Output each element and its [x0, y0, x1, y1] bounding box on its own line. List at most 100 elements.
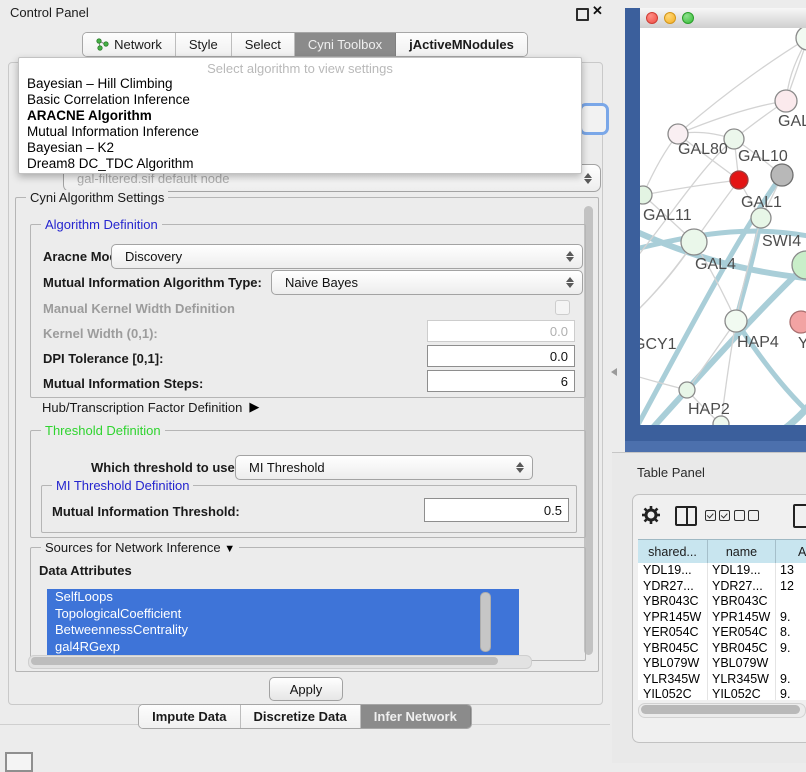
kernel-width-input[interactable] — [427, 320, 575, 342]
which-threshold-combo[interactable]: MI Threshold — [235, 455, 533, 480]
attribute-item[interactable]: SelfLoops — [47, 589, 519, 606]
data-attributes-list[interactable]: SelfLoops TopologicalCoefficient Between… — [47, 589, 519, 655]
control-panel-tabbar: Network Style Select Cyni Toolbox jActiv… — [0, 28, 610, 60]
table-row[interactable]: YBR043CYBR043C — [638, 594, 806, 610]
table-panel-title: Table Panel — [637, 465, 705, 480]
dropdown-item[interactable]: Bayesian – K2 — [19, 140, 581, 156]
network-node[interactable] — [640, 186, 652, 204]
cyni-bottom-tabbar: Impute Data Discretize Data Infer Networ… — [0, 700, 610, 732]
apply-button[interactable]: Apply — [269, 677, 343, 701]
settings-horizontal-scrollbar[interactable] — [28, 655, 532, 669]
kernel-width-label: Kernel Width (0,1): — [43, 326, 158, 341]
table-cell — [776, 594, 806, 610]
collapse-down-icon[interactable]: ▼ — [224, 543, 235, 555]
column-header[interactable]: shared... — [638, 540, 708, 563]
minimize-traffic-light[interactable] — [664, 12, 676, 24]
network-node[interactable] — [681, 229, 707, 255]
gear-icon[interactable] — [641, 505, 661, 525]
combo-arrows-icon — [562, 251, 578, 262]
table-horizontal-scrollbar[interactable] — [638, 703, 806, 718]
attribute-item[interactable]: gal4RGexp — [47, 639, 519, 656]
float-window-icon[interactable] — [576, 8, 589, 21]
split-columns-icon[interactable] — [675, 506, 697, 526]
table-cell: 8. — [776, 625, 806, 641]
network-window-titlebar[interactable] — [640, 8, 806, 29]
column-header[interactable]: name — [708, 540, 776, 563]
network-node[interactable] — [775, 90, 797, 112]
tab-jactivemnodules[interactable]: jActiveMNodules — [396, 33, 527, 56]
zoom-traffic-light[interactable] — [682, 12, 694, 24]
unchecked-checkboxes-icon[interactable] — [734, 510, 759, 521]
dropdown-items: Bayesian – Hill Climbing Basic Correlati… — [19, 76, 581, 172]
attribute-item[interactable]: BetweennessCentrality — [47, 622, 519, 639]
table-row[interactable]: YLR345WYLR345W9. — [638, 672, 806, 688]
window-frame — [625, 441, 806, 452]
table-row[interactable]: YBR045CYBR045C9. — [638, 641, 806, 657]
tab-label: Network — [114, 37, 162, 52]
threshold-definition-group: Threshold Definition Which threshold to … — [30, 430, 586, 538]
network-canvas[interactable]: GALGAL80GAL10GAL1GAL11SWI4GAL4GCY1HAP4YH… — [640, 28, 806, 425]
network-node[interactable] — [790, 311, 806, 333]
mi-threshold-input[interactable] — [424, 498, 569, 522]
algorithm-combo-focus-ring[interactable] — [579, 103, 609, 135]
tab-network[interactable]: Network — [83, 33, 176, 56]
tab-discretize-data[interactable]: Discretize Data — [241, 705, 361, 728]
table-cell: 9. — [776, 641, 806, 657]
tab-impute-data[interactable]: Impute Data — [139, 705, 240, 728]
network-node[interactable] — [730, 171, 748, 189]
tab-select[interactable]: Select — [232, 33, 295, 56]
table-cell: YIL052C — [708, 687, 776, 700]
tab-cyni-toolbox[interactable]: Cyni Toolbox — [295, 33, 396, 56]
close-traffic-light[interactable] — [646, 12, 658, 24]
mi-algorithm-type-combo[interactable]: Naive Bayes — [271, 270, 583, 295]
dropdown-item[interactable]: Basic Correlation Inference — [19, 92, 581, 108]
attribute-list-scrollbar[interactable] — [480, 592, 491, 650]
column-header[interactable]: A — [776, 540, 806, 563]
table-row[interactable]: YDL19...YDL19...13 — [638, 563, 806, 579]
network-node[interactable] — [751, 208, 771, 228]
expand-right-icon[interactable]: ▶ — [249, 399, 259, 415]
aracne-mode-combo[interactable]: Discovery — [111, 244, 583, 269]
tab-style[interactable]: Style — [176, 33, 232, 56]
mi-threshold-label: Mutual Information Threshold: — [52, 504, 240, 519]
group-title: Threshold Definition — [41, 423, 165, 438]
mi-threshold-definition-group: MI Threshold Definition Mutual Informati… — [41, 485, 577, 533]
dropdown-item-selected[interactable]: ARACNE Algorithm — [19, 108, 581, 124]
algorithm-dropdown-popup: Select algorithm to view settings Bayesi… — [18, 57, 582, 174]
dpi-tolerance-input[interactable] — [427, 345, 575, 367]
table-row[interactable]: YPR145WYPR145W9. — [638, 610, 806, 626]
manual-kernel-label: Manual Kernel Width Definition — [43, 301, 235, 316]
network-node[interactable] — [796, 28, 806, 50]
tab-infer-network[interactable]: Infer Network — [361, 705, 471, 728]
table-cell: YLR345W — [708, 672, 776, 688]
mi-steps-input[interactable] — [427, 370, 575, 392]
dropdown-item[interactable]: Mutual Information Inference — [19, 124, 581, 140]
table-row[interactable]: YER054CYER054C8. — [638, 625, 806, 641]
attribute-item[interactable]: TopologicalCoefficient — [47, 606, 519, 623]
function-builder-icon[interactable] — [793, 504, 806, 528]
panel-resize-handle[interactable] — [611, 368, 617, 376]
close-icon[interactable]: ✕ — [592, 3, 603, 19]
table-row[interactable]: YIL052CYIL052C9. — [638, 687, 806, 700]
data-attributes-label: Data Attributes — [39, 563, 132, 578]
table-row[interactable]: YDR27...YDR27...12 — [638, 579, 806, 595]
dropdown-item[interactable]: Bayesian – Hill Climbing — [19, 76, 581, 92]
table-cell: YDR27... — [708, 579, 776, 595]
node-label: GAL10 — [738, 148, 788, 165]
dropdown-item[interactable]: Dream8 DC_TDC Algorithm — [19, 156, 581, 172]
network-node[interactable] — [725, 310, 747, 332]
checked-checkboxes-icon[interactable] — [705, 510, 730, 521]
table-cell: YDL19... — [638, 563, 708, 579]
table-panel: shared... name A YDL19...YDL19...13YDR27… — [632, 494, 806, 743]
node-label: GAL80 — [678, 141, 728, 158]
dropdown-placeholder: Select algorithm to view settings — [19, 61, 581, 76]
manual-kernel-checkbox[interactable] — [555, 300, 570, 315]
minimized-panel-chip[interactable] — [5, 752, 33, 772]
table-cell: YER054C — [708, 625, 776, 641]
hub-definition-expander[interactable]: Hub/Transcription Factor Definition ▶ — [42, 399, 259, 415]
network-node[interactable] — [771, 164, 793, 186]
which-threshold-label: Which threshold to use: — [91, 460, 239, 475]
group-title: Cyni Algorithm Settings — [26, 190, 168, 205]
network-node[interactable] — [679, 382, 695, 398]
table-row[interactable]: YBL079WYBL079W — [638, 656, 806, 672]
